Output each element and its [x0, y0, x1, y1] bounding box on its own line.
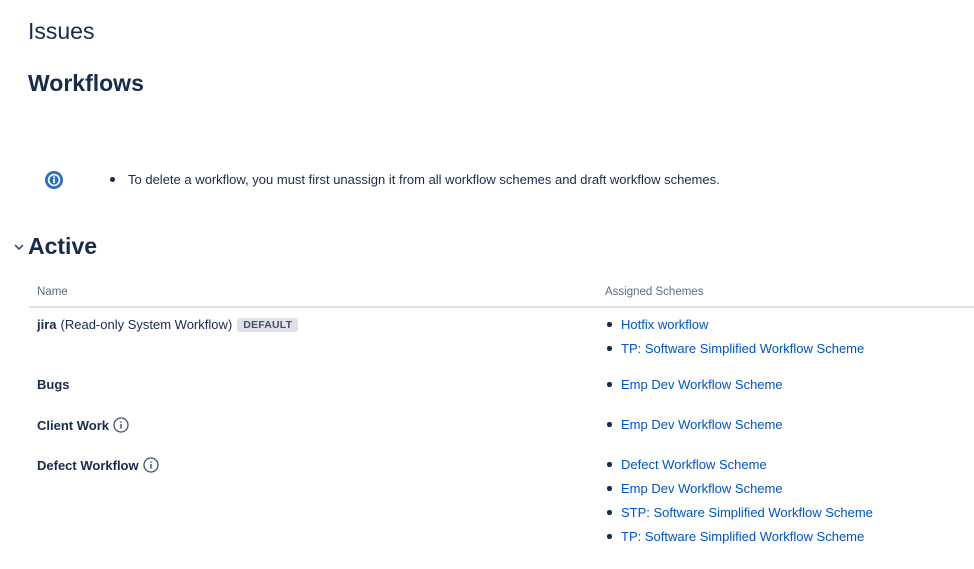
assigned-schemes-list: Hotfix workflow TP: Software Simplified …	[605, 317, 864, 365]
workflow-name: Defect Workflow	[37, 457, 139, 473]
workflow-name: jira	[37, 317, 57, 332]
scheme-link[interactable]: Defect Workflow Scheme	[621, 457, 767, 472]
workflow-description: (Read-only System Workflow)	[60, 317, 233, 332]
info-circle-icon[interactable]	[142, 457, 159, 473]
workflow-name: Bugs	[37, 377, 70, 392]
list-item: Emp Dev Workflow Scheme	[605, 417, 783, 441]
list-item: Hotfix workflow	[605, 317, 864, 341]
workflow-name-cell: Defect Workflow	[37, 457, 159, 473]
scheme-link[interactable]: Emp Dev Workflow Scheme	[621, 417, 783, 432]
workflow-name-cell: jira (Read-only System Workflow) DEFAULT	[37, 317, 299, 332]
assigned-schemes-list: Emp Dev Workflow Scheme	[605, 417, 783, 441]
section-title-active: Active	[28, 233, 98, 259]
column-header-name: Name	[37, 286, 68, 298]
assigned-schemes-list: Defect Workflow Scheme Emp Dev Workflow …	[605, 457, 873, 553]
scheme-link[interactable]: TP: Software Simplified Workflow Scheme	[621, 341, 864, 356]
workflow-name-cell: Client Work	[37, 417, 129, 433]
scheme-link[interactable]: TP: Software Simplified Workflow Scheme	[621, 529, 864, 544]
scheme-link[interactable]: Hotfix workflow	[621, 317, 708, 332]
list-item: Emp Dev Workflow Scheme	[605, 481, 873, 505]
info-icon	[45, 171, 63, 189]
workflows-page: Issues Workflows To delete a workflow, y…	[0, 0, 974, 569]
info-message: To delete a workflow, you must first una…	[110, 172, 720, 187]
list-item: TP: Software Simplified Workflow Scheme	[605, 529, 873, 553]
workflow-name-cell: Bugs	[37, 377, 70, 392]
scheme-link[interactable]: Emp Dev Workflow Scheme	[621, 377, 783, 392]
assigned-schemes-list: Emp Dev Workflow Scheme	[605, 377, 783, 401]
info-message-item: To delete a workflow, you must first una…	[110, 172, 720, 187]
workflow-name: Client Work	[37, 417, 109, 433]
scheme-link[interactable]: STP: Software Simplified Workflow Scheme	[621, 505, 873, 520]
page-subtitle: Workflows	[28, 70, 144, 96]
chevron-down-icon[interactable]	[12, 240, 26, 254]
default-badge: DEFAULT	[237, 317, 299, 332]
info-circle-icon[interactable]	[113, 417, 129, 433]
page-title: Issues	[28, 18, 95, 44]
column-header-assigned-schemes: Assigned Schemes	[605, 286, 704, 298]
scheme-link[interactable]: Emp Dev Workflow Scheme	[621, 481, 783, 496]
list-item: TP: Software Simplified Workflow Scheme	[605, 341, 864, 365]
list-item: Emp Dev Workflow Scheme	[605, 377, 783, 401]
table-header: Name Assigned Schemes	[29, 280, 974, 308]
list-item: STP: Software Simplified Workflow Scheme	[605, 505, 873, 529]
list-item: Defect Workflow Scheme	[605, 457, 873, 481]
